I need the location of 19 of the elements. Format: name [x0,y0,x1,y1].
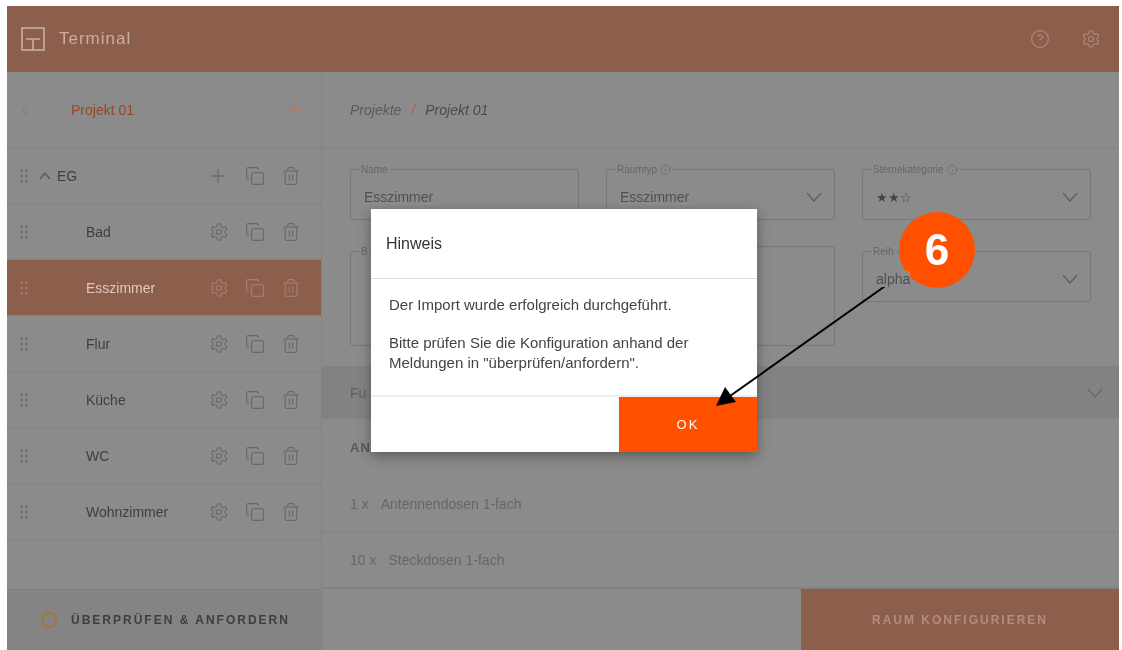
star-icon: ★ [876,189,888,205]
star-icon: ★ [888,189,900,205]
field-value: Esszimmer [364,189,434,205]
tree-label: Bad [86,223,111,240]
tree-label: EG [57,167,78,184]
app-title: Terminal [59,29,132,49]
tree-label: Flur [86,335,111,352]
tree-label: Wohnzimmer [86,503,169,520]
tree-label: Esszimmer [86,279,156,296]
dialog-message: Bitte prüfen Sie die Konfiguration anhand der Meldungen in "überprüfen/anfordern". [389,333,690,373]
breadcrumb-separator: / [411,101,416,118]
project-title: Projekt 01 [71,101,135,118]
field-value: alpha [876,271,911,287]
star-icon: ☆ [900,189,912,205]
tree-label: Küche [86,391,126,408]
tree-label: WC [86,447,110,464]
dialog-message: Der Import wurde erfolgreich durchgeführt. [389,295,673,315]
field-value: Esszimmer [620,189,690,205]
dialog-title: Hinweis [386,234,442,253]
